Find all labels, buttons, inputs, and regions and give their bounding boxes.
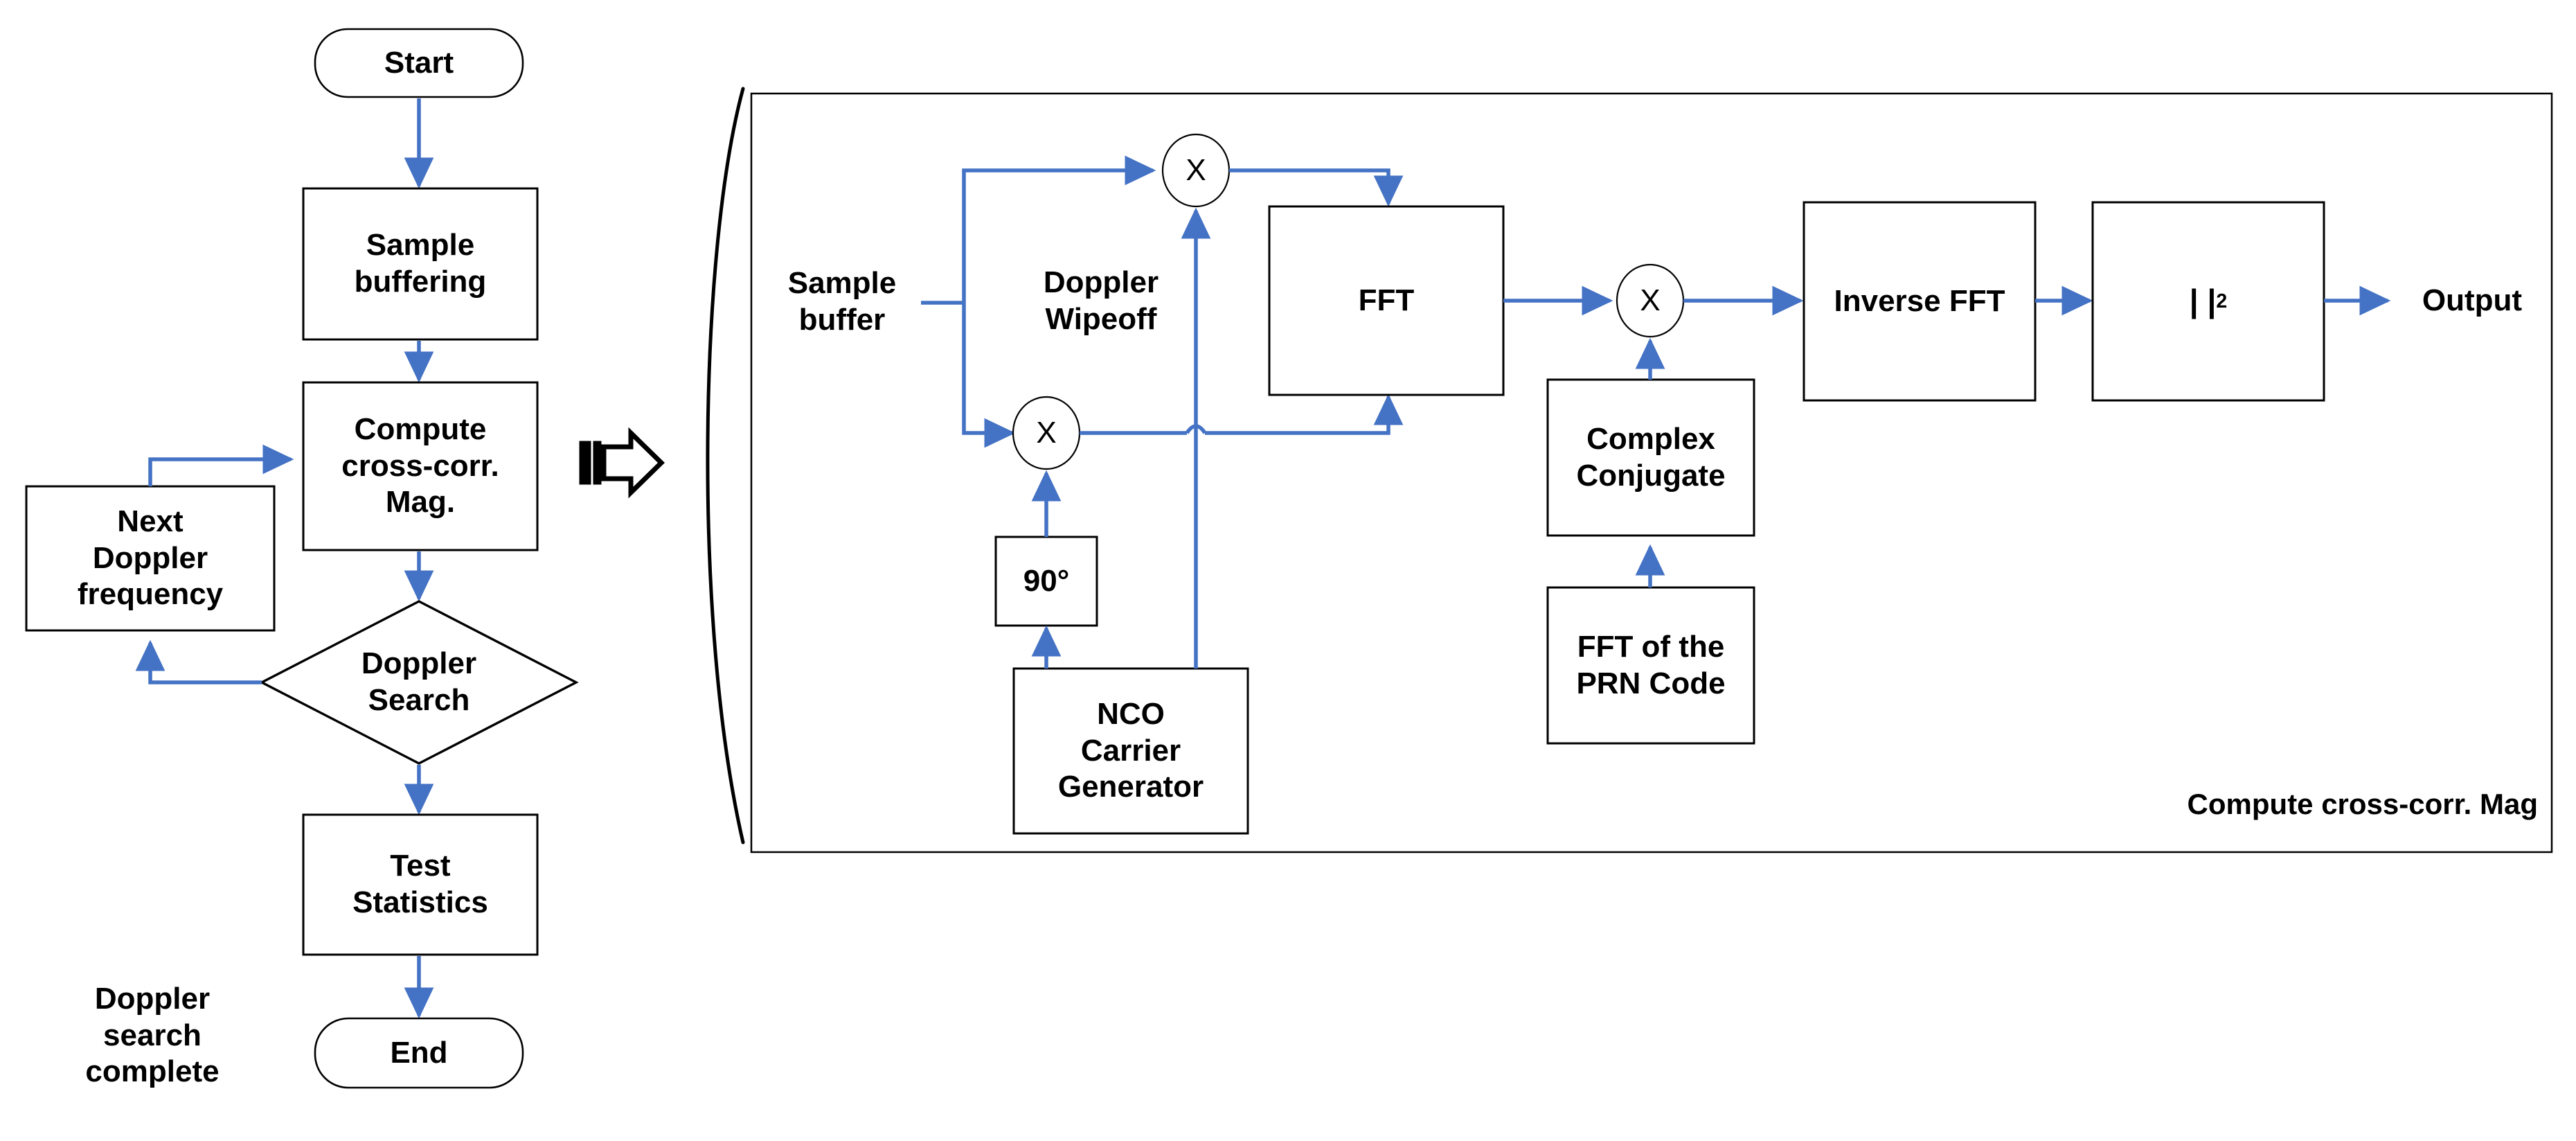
block-phase-shift-90[interactable] [994,536,1098,627]
flow-node-next-doppler-frequency[interactable] [25,485,276,632]
mixer-corr-symbol[interactable] [1616,263,1685,338]
flow-node-compute-cross-corr[interactable] [302,381,539,551]
block-arrow-right-icon [579,427,665,499]
mixer-i-symbol[interactable] [1161,133,1231,208]
edge-next-doppler-to-compute [148,444,294,486]
flow-node-start[interactable] [314,28,524,98]
flow-node-end[interactable] [314,1017,524,1089]
block-magnitude-squared[interactable] [2091,201,2325,402]
block-fft[interactable] [1268,205,1505,396]
block-complex-conjugate[interactable] [1546,378,1755,537]
flow-node-doppler-search[interactable] [259,600,579,765]
mixer-q-symbol[interactable] [1012,396,1081,470]
flow-node-sample-buffering[interactable] [302,187,539,341]
diagram-svg [25,28,2553,1089]
figure-canvas: Start Sample buffering Compute cross-cor… [0,0,2576,1141]
group-brace [706,87,745,844]
flow-node-test-statistics[interactable] [302,813,539,956]
block-fft-prn-code[interactable] [1546,586,1755,745]
edge-doppler-search-to-next-doppler [135,639,262,684]
block-inverse-fft[interactable] [1803,201,2037,402]
block-nco-carrier-generator[interactable] [1012,667,1249,835]
